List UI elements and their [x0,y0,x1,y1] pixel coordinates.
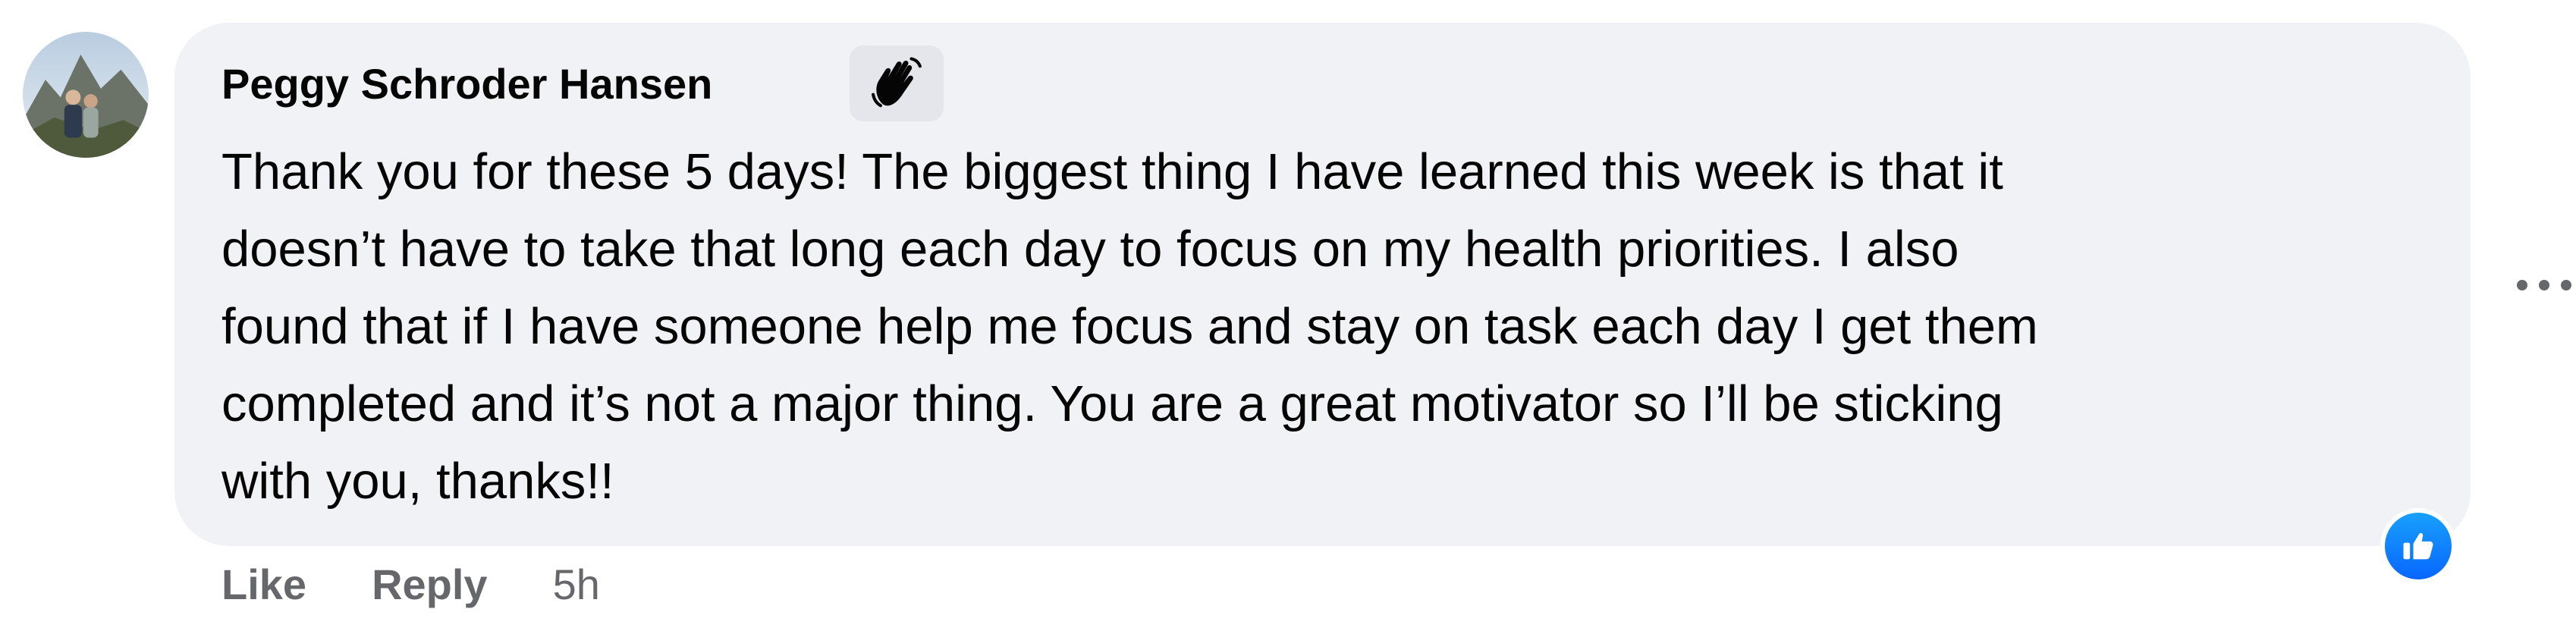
reply-button[interactable]: Reply [372,560,488,609]
avatar-photo [23,32,149,158]
reaction-badge[interactable] [2380,508,2456,584]
more-dot [2561,280,2571,290]
more-dot [2539,280,2549,290]
comment-text: Thank you for these 5 days! The biggest … [221,143,2038,510]
more-dot [2517,280,2527,290]
thumbs-up-icon [2385,513,2452,579]
waving-hand-icon[interactable] [850,46,944,121]
like-button[interactable]: Like [221,560,306,609]
comment-author[interactable]: Peggy Schroder Hansen [221,59,712,108]
comment-actions: Like Reply 5h [221,557,600,611]
more-options-icon[interactable] [2517,267,2571,303]
comment-timestamp[interactable]: 5h [553,560,600,609]
avatar[interactable] [23,32,149,158]
